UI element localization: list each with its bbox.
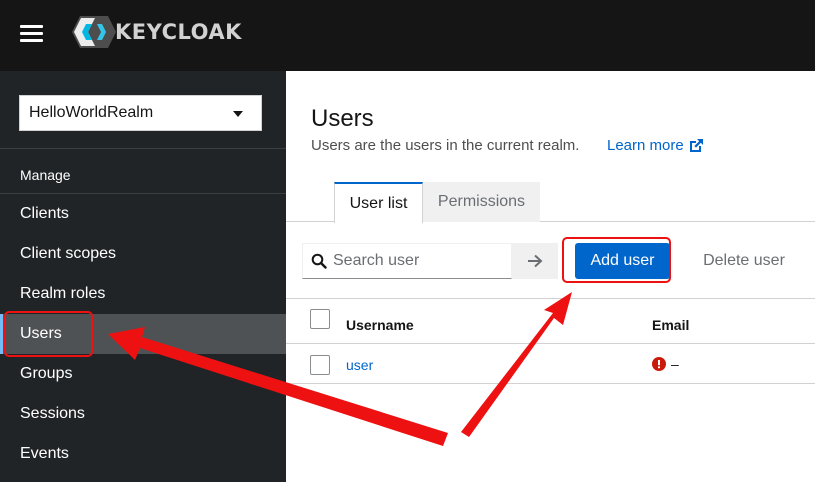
select-all-checkbox[interactable] — [310, 309, 330, 329]
delete-user-button[interactable]: Delete user — [689, 243, 799, 279]
sidebar-item-label: Client scopes — [20, 245, 117, 262]
sidebar-item-events[interactable]: Events — [0, 434, 286, 474]
sidebar-item-realm-roles[interactable]: Realm roles — [0, 274, 286, 314]
sidebar-item-client-scopes[interactable]: Client scopes — [0, 234, 286, 274]
search-box — [302, 243, 512, 279]
keycloak-logo[interactable]: KEYCLOAK — [71, 14, 242, 50]
row-checkbox[interactable] — [310, 355, 330, 375]
sidebar-item-label: Users — [20, 325, 62, 342]
toolbar: Add user Delete user — [286, 233, 815, 293]
sidebar-item-label: Clients — [20, 205, 69, 222]
learn-more-link[interactable]: Learn more — [607, 137, 704, 154]
realm-selector-value: HelloWorldRealm — [29, 104, 154, 121]
add-user-button[interactable]: Add user — [575, 243, 670, 279]
email-value: – — [671, 356, 679, 372]
sidebar-item-label: Events — [20, 445, 69, 462]
sidebar: HelloWorldRealm Manage Clients Client sc… — [0, 71, 286, 482]
sidebar-item-label: Groups — [20, 365, 73, 382]
table-divider — [286, 343, 815, 344]
sidebar-section-manage: Manage — [20, 167, 71, 183]
sidebar-item-label: Realm roles — [20, 285, 106, 302]
column-header-username[interactable]: Username — [346, 317, 414, 333]
page-description: Users are the users in the current realm… — [311, 137, 580, 154]
exclamation-circle-icon — [652, 357, 666, 371]
table-divider — [286, 383, 815, 384]
brand-name: KEYCLOAK — [115, 20, 242, 44]
sidebar-item-groups[interactable]: Groups — [0, 354, 286, 394]
sidebar-divider — [0, 148, 286, 149]
realm-selector[interactable]: HelloWorldRealm — [19, 95, 262, 131]
tab-label: User list — [349, 194, 408, 212]
external-link-icon — [689, 138, 703, 152]
email-cell: – — [652, 356, 679, 372]
caret-down-icon — [233, 111, 243, 117]
learn-more-label: Learn more — [607, 137, 684, 154]
table-divider — [286, 298, 815, 299]
sidebar-item-sessions[interactable]: Sessions — [0, 394, 286, 434]
arrow-right-icon — [528, 254, 543, 268]
page-title: Users — [311, 105, 374, 132]
sidebar-item-label: Sessions — [20, 405, 85, 422]
tab-permissions[interactable]: Permissions — [423, 182, 540, 222]
masthead: KEYCLOAK — [0, 0, 815, 71]
tab-user-list[interactable]: User list — [334, 182, 423, 223]
keycloak-logo-icon — [72, 16, 116, 48]
search-submit-button[interactable] — [512, 243, 558, 279]
hamburger-menu-icon[interactable] — [20, 23, 43, 43]
main-content: Users Users are the users in the current… — [286, 71, 815, 482]
search-icon — [311, 253, 327, 269]
sidebar-item-users[interactable]: Users — [0, 314, 286, 354]
username-link[interactable]: user — [346, 357, 373, 373]
sidebar-item-clients[interactable]: Clients — [0, 194, 286, 234]
search-input[interactable] — [333, 252, 508, 270]
tab-label: Permissions — [437, 193, 526, 210]
column-header-email[interactable]: Email — [652, 317, 689, 333]
